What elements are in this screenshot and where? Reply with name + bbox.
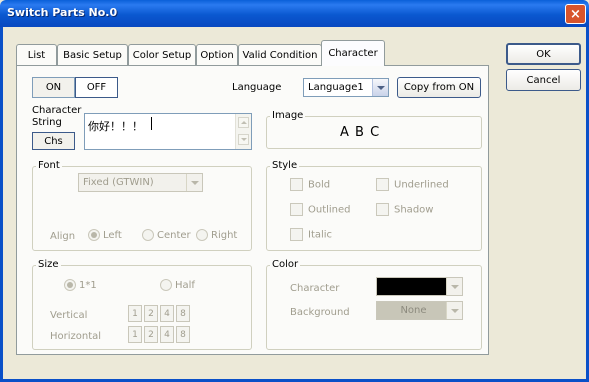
- vertical-size-1-button[interactable]: 1: [128, 305, 142, 322]
- bold-checkbox[interactable]: Bold: [290, 178, 330, 191]
- vertical-label: Vertical: [50, 310, 88, 321]
- italic-checkbox[interactable]: Italic: [290, 228, 332, 241]
- background-color-select[interactable]: None: [376, 301, 463, 320]
- chs-button[interactable]: Chs: [32, 132, 75, 150]
- vertical-scrollbar[interactable]: [235, 114, 251, 149]
- font-select[interactable]: Fixed (GTWIN): [78, 173, 203, 192]
- radio-icon: [142, 229, 154, 241]
- checkbox-icon: [290, 228, 303, 241]
- horizontal-size-8-button[interactable]: 8: [176, 326, 190, 343]
- tab-label: List: [27, 49, 46, 61]
- radio-selected-icon: [64, 279, 76, 291]
- size-1x1-radio[interactable]: 1*1: [64, 279, 97, 291]
- chevron-down-icon: [186, 174, 202, 191]
- tab-basic-setup[interactable]: Basic Setup: [57, 44, 128, 65]
- align-center-radio[interactable]: Center: [142, 229, 191, 241]
- on-button[interactable]: ON: [32, 77, 75, 98]
- checkbox-icon: [290, 178, 303, 191]
- image-preview: A B C: [340, 125, 381, 140]
- close-icon: ×: [570, 6, 581, 22]
- image-legend: Image: [270, 110, 306, 121]
- window-title: Switch Parts No.0: [7, 6, 118, 19]
- horizontal-label: Horizontal: [50, 331, 102, 342]
- ok-button[interactable]: OK: [506, 43, 581, 65]
- character-color-swatch: [377, 278, 446, 295]
- chevron-down-icon: [446, 302, 462, 319]
- tab-label: Basic Setup: [63, 49, 122, 61]
- horizontal-size-4-button[interactable]: 4: [160, 326, 174, 343]
- copy-from-on-button[interactable]: Copy from ON: [397, 77, 481, 98]
- chevron-up-icon[interactable]: [238, 117, 249, 128]
- off-button[interactable]: OFF: [75, 77, 118, 98]
- tab-label: Option: [200, 49, 234, 61]
- color-legend: Color: [270, 259, 301, 270]
- checkbox-icon: [376, 203, 389, 216]
- character-label: Character: [32, 105, 82, 116]
- shadow-checkbox[interactable]: Shadow: [376, 203, 433, 216]
- cancel-button[interactable]: Cancel: [506, 69, 581, 91]
- horizontal-size-1-button[interactable]: 1: [128, 326, 142, 343]
- radio-icon: [196, 229, 208, 241]
- background-color-label: Background: [290, 307, 350, 318]
- horizontal-size-2-button[interactable]: 2: [144, 326, 158, 343]
- outlined-checkbox[interactable]: Outlined: [290, 203, 351, 216]
- tab-option[interactable]: Option: [196, 44, 238, 65]
- checkbox-icon: [290, 203, 303, 216]
- align-label: Align: [50, 231, 76, 242]
- align-right-radio[interactable]: Right: [196, 229, 237, 241]
- radio-selected-icon: [88, 229, 100, 241]
- vertical-size-8-button[interactable]: 8: [176, 305, 190, 322]
- background-color-value: None: [400, 305, 427, 316]
- character-color-label: Character: [290, 283, 340, 294]
- character-string-input[interactable]: 你好！！！: [84, 113, 252, 150]
- font-value: Fixed (GTWIN): [83, 177, 154, 188]
- character-string-value: 你好！！！: [88, 120, 143, 133]
- tab-label: Color Setup: [132, 49, 192, 61]
- tab-valid-condition[interactable]: Valid Condition: [238, 44, 322, 65]
- radio-icon: [160, 279, 172, 291]
- chevron-down-icon[interactable]: [238, 134, 249, 145]
- language-value: Language1: [308, 82, 364, 93]
- text-cursor: [151, 117, 152, 130]
- checkbox-icon: [376, 178, 389, 191]
- style-legend: Style: [270, 160, 300, 171]
- tab-label: Character: [328, 48, 378, 59]
- tab-label: Valid Condition: [242, 49, 318, 61]
- size-legend: Size: [36, 259, 61, 270]
- tab-character[interactable]: Character: [321, 40, 385, 66]
- tab-color-setup[interactable]: Color Setup: [128, 44, 196, 65]
- underlined-checkbox[interactable]: Underlined: [376, 178, 449, 191]
- language-select[interactable]: Language1: [303, 78, 389, 97]
- size-half-radio[interactable]: Half: [160, 279, 195, 291]
- string-label: String: [32, 117, 62, 128]
- font-legend: Font: [36, 160, 62, 171]
- vertical-size-4-button[interactable]: 4: [160, 305, 174, 322]
- chevron-down-icon: [372, 79, 388, 96]
- close-button[interactable]: ×: [565, 4, 586, 24]
- character-color-select[interactable]: [376, 277, 463, 296]
- vertical-size-2-button[interactable]: 2: [144, 305, 158, 322]
- tab-list[interactable]: List: [16, 44, 57, 65]
- chevron-down-icon: [446, 278, 462, 295]
- align-left-radio[interactable]: Left: [88, 229, 122, 241]
- language-label: Language: [232, 82, 282, 93]
